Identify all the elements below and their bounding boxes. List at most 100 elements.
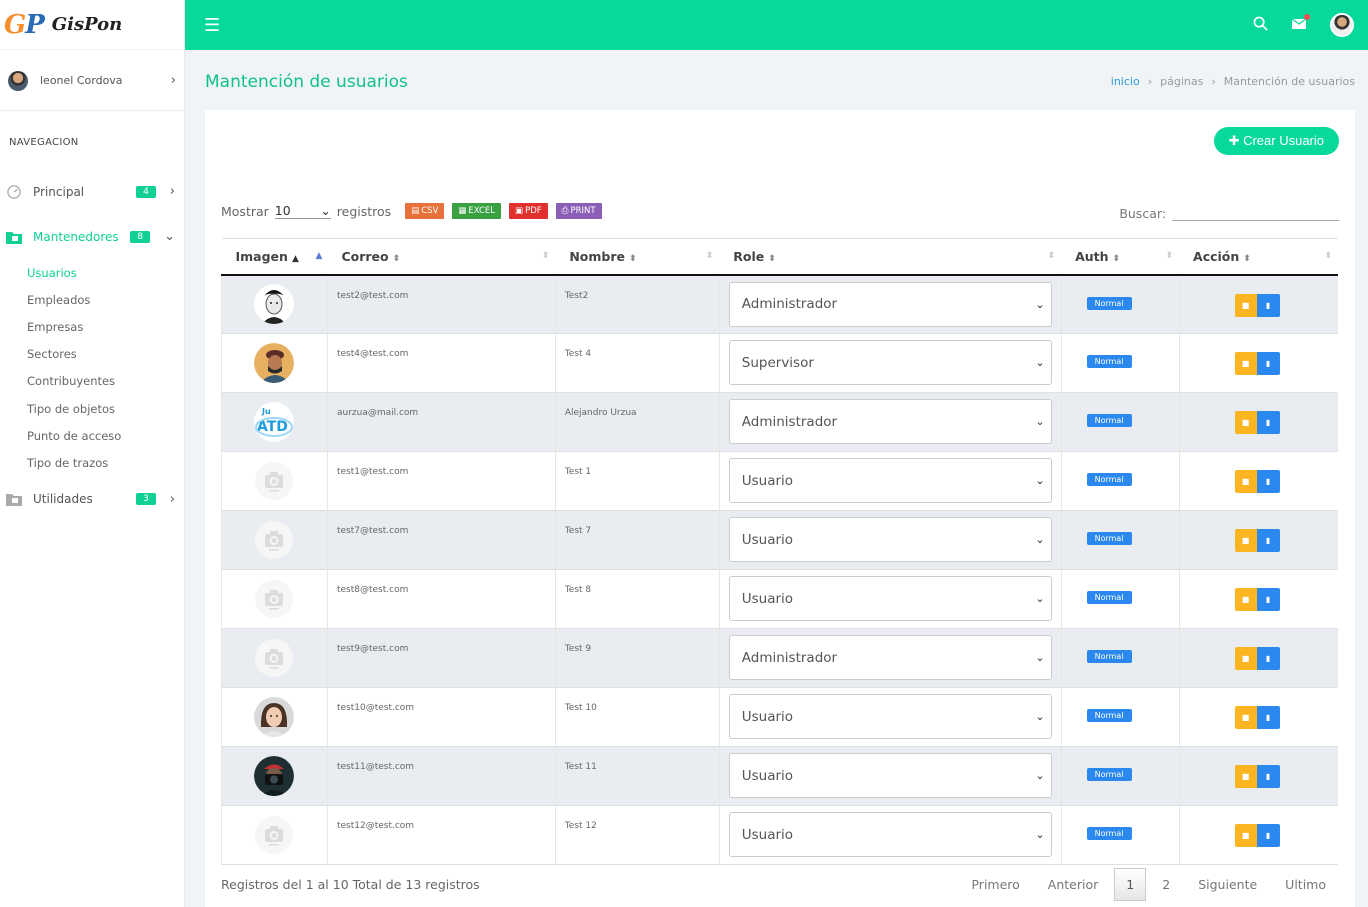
sidebar-subitem-empleados[interactable]: Empleados (0, 286, 184, 313)
count-badge: 8 (130, 230, 151, 243)
cell-auth: Normal (1060, 687, 1180, 747)
mail-icon[interactable] (1291, 14, 1310, 34)
save-button[interactable]: ■ (1234, 470, 1257, 493)
role-select[interactable]: Usuario ⌄ (728, 694, 1052, 739)
search-icon[interactable] (1253, 16, 1268, 35)
column-header-auth[interactable]: Auth ⬍ ⬍ (1061, 238, 1180, 276)
trash-icon: ▮ (1265, 772, 1271, 781)
column-header-imagen[interactable]: Imagen ▲ ▲ (221, 238, 328, 276)
top-avatar[interactable] (1330, 13, 1354, 37)
delete-button[interactable]: ▮ (1256, 411, 1280, 434)
page-1[interactable]: 1 (1114, 868, 1147, 901)
user-avatar (254, 697, 295, 737)
page-2[interactable]: 2 (1162, 877, 1170, 892)
export-excel-button[interactable]: ▦ EXCEL (452, 203, 502, 219)
role-select[interactable]: Administrador ⌄ (728, 281, 1052, 327)
role-select[interactable]: Supervisor ⌄ (728, 340, 1052, 385)
delete-button[interactable]: ▮ (1256, 588, 1280, 611)
delete-button[interactable]: ▮ (1256, 470, 1280, 493)
create-user-button[interactable]: ✚ Crear Usuario (1213, 127, 1339, 155)
user-avatar (254, 756, 295, 796)
role-select[interactable]: Administrador ⌄ (728, 399, 1052, 444)
save-icon: ■ (1241, 595, 1250, 604)
export-label: CSV (421, 206, 439, 216)
sidebar-subitem-punto-de-acceso[interactable]: Punto de acceso (0, 422, 184, 449)
role-select[interactable]: Usuario ⌄ (728, 812, 1052, 857)
save-button[interactable]: ■ (1234, 647, 1257, 670)
sidebar-subitem-sectores[interactable]: Sectores (0, 341, 184, 368)
role-select[interactable]: Usuario ⌄ (728, 517, 1052, 562)
save-button[interactable]: ■ (1234, 293, 1257, 317)
sort-asc-icon: ▲ (291, 253, 299, 264)
export-print-button[interactable]: ⎙ PRINT (555, 203, 602, 219)
sidebar-user[interactable]: leonel Cordova › (0, 51, 184, 111)
sort-icon: ⬍ (1324, 251, 1332, 261)
user-name: Test 12 (564, 821, 597, 831)
save-button[interactable]: ■ (1234, 352, 1257, 375)
user-avatar (254, 343, 295, 383)
cell-actions: ■ ▮ (1178, 510, 1338, 570)
role-select[interactable]: Administrador ⌄ (728, 635, 1052, 680)
column-header-correo[interactable]: Correo ⬍ ⬍ (327, 238, 556, 276)
role-select[interactable]: Usuario ⌄ (728, 753, 1052, 798)
save-button[interactable]: ■ (1234, 588, 1257, 611)
sidebar-item-utilidades[interactable]: Utilidades 3 › (0, 477, 184, 522)
cell-image (221, 805, 328, 865)
column-header-role[interactable]: Role ⬍ ⬍ (719, 238, 1062, 276)
sidebar-item-principal[interactable]: Principal 4 › (0, 169, 184, 214)
column-header-accion[interactable]: Acción ⬍ ⬍ (1179, 238, 1338, 276)
folder-icon (6, 231, 22, 244)
save-button[interactable]: ■ (1234, 824, 1257, 847)
cell-image (221, 569, 328, 629)
delete-button[interactable]: ▮ (1256, 824, 1280, 847)
sidebar-subitem-usuarios[interactable]: Usuarios (0, 259, 184, 286)
cell-role: Usuario ⌄ (718, 687, 1062, 747)
sidebar-subitem-tipo-de-objetos[interactable]: Tipo de objetos (0, 395, 184, 422)
page-last[interactable]: Ultimo (1285, 877, 1326, 892)
delete-button[interactable]: ▮ (1256, 647, 1280, 670)
role-select[interactable]: Usuario ⌄ (728, 576, 1052, 621)
save-button[interactable]: ■ (1234, 529, 1257, 552)
export-pdf-button[interactable]: ▣ PDF (509, 203, 548, 219)
cell-email: test9@test.com (326, 628, 556, 688)
save-button[interactable]: ■ (1234, 411, 1257, 434)
save-button[interactable]: ■ (1234, 765, 1257, 788)
auth-badge: Normal (1086, 296, 1132, 310)
delete-button[interactable]: ▮ (1256, 352, 1280, 375)
sidebar-subitem-tipo-de-trazos[interactable]: Tipo de trazos (0, 449, 184, 476)
sidebar-subitem-contribuyentes[interactable]: Contribuyentes (0, 368, 184, 395)
export-csv-button[interactable]: ▤ CSV (405, 203, 445, 219)
search-box: Buscar: (1119, 205, 1339, 221)
sort-icon: ⬍ (1165, 251, 1174, 261)
sidebar-item-label: Principal (33, 184, 85, 199)
delete-button[interactable]: ▮ (1256, 529, 1280, 552)
cell-name: Test 4 (554, 333, 720, 393)
role-value: Administrador (741, 413, 838, 430)
page-prev[interactable]: Anterior (1048, 877, 1098, 892)
cell-name: Test 10 (554, 687, 720, 747)
breadcrumb-middle[interactable]: páginas (1160, 75, 1203, 88)
table-row: test10@test.com Test 10 Usuario ⌄ Normal ■ ▮ (221, 687, 1338, 747)
delete-button[interactable]: ▮ (1256, 765, 1280, 788)
user-email: test1@test.com (336, 467, 409, 477)
breadcrumb-home[interactable]: inicio (1111, 75, 1140, 88)
delete-button[interactable]: ▮ (1256, 706, 1280, 729)
page-first[interactable]: Primero (971, 877, 1019, 892)
sidebar: GP GisPon leonel Cordova › NAVEGACION Pr… (0, 0, 185, 907)
logo-mark: GP (4, 9, 45, 40)
logo[interactable]: GP GisPon (0, 0, 184, 50)
table-row: test7@test.com Test 7 Usuario ⌄ Normal ■ ▮ (221, 510, 1338, 570)
sidebar-subitem-empresas[interactable]: Empresas (0, 313, 184, 340)
menu-icon[interactable]: ☰ (204, 15, 220, 36)
search-input[interactable] (1172, 205, 1339, 221)
sidebar-item-mantenedores[interactable]: Mantenedores 8 ⌄ (0, 214, 184, 259)
role-select[interactable]: Usuario ⌄ (728, 458, 1052, 503)
save-button[interactable]: ■ (1234, 706, 1257, 729)
role-value: Usuario (741, 708, 794, 725)
user-name: Test 7 (564, 526, 592, 536)
page-next[interactable]: Siguiente (1198, 877, 1257, 892)
delete-button[interactable]: ▮ (1256, 293, 1280, 317)
cell-role: Usuario ⌄ (718, 510, 1062, 570)
page-length-select[interactable]: 10 ⌄ (274, 203, 331, 219)
column-header-nombre[interactable]: Nombre ⬍ ⬍ (555, 238, 720, 276)
